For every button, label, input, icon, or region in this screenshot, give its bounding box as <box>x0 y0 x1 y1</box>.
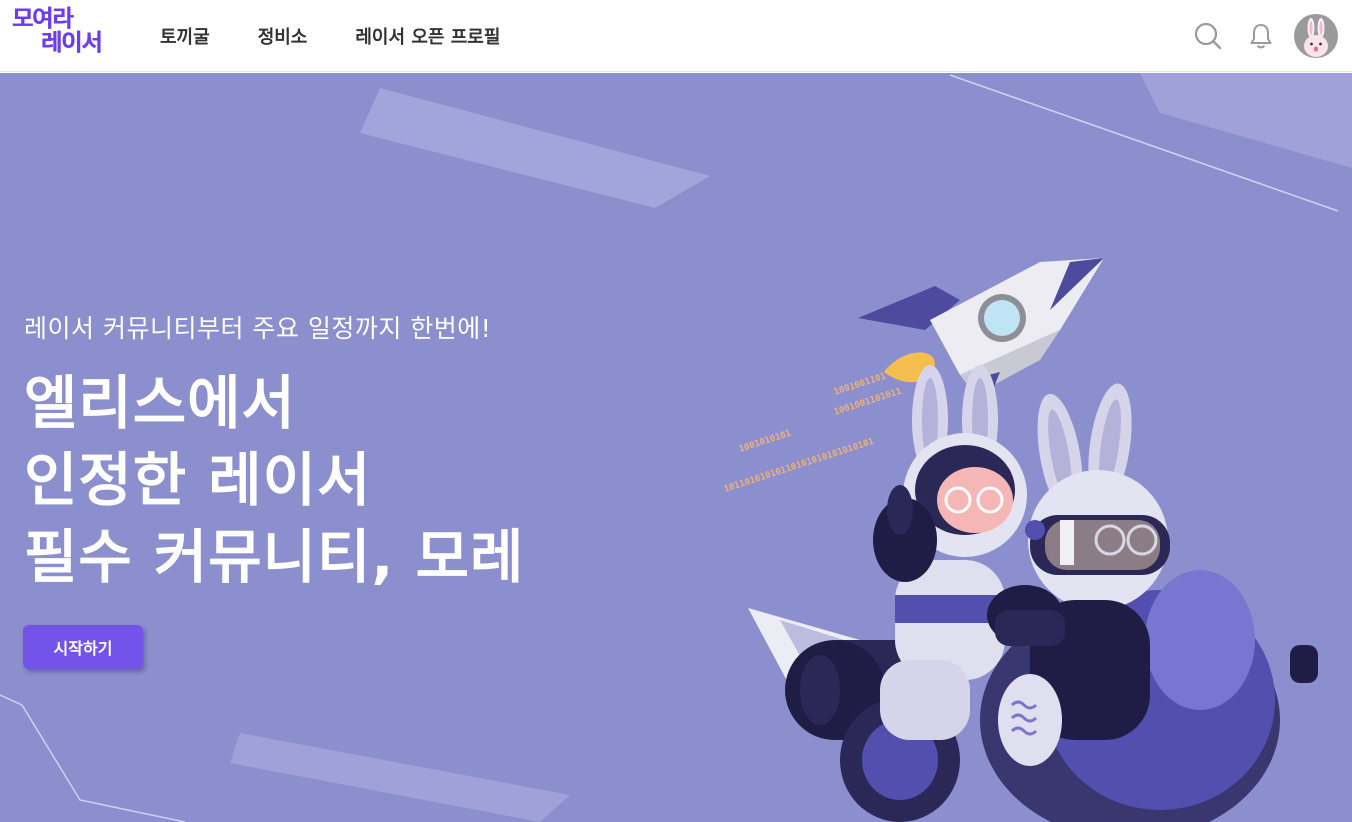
search-button[interactable] <box>1188 16 1228 56</box>
hero-title-line-1: 엘리스에서 <box>24 369 296 437</box>
logo-line-2: 레이서 <box>41 30 102 56</box>
nav-item-open-profile[interactable]: 레이서 오픈 프로필 <box>355 23 500 49</box>
logo-line-1: 모여라 <box>12 6 73 32</box>
nav-item-rabbit-hole[interactable]: 토끼굴 <box>160 23 210 49</box>
search-icon <box>1194 22 1222 50</box>
nav-item-garage[interactable]: 정비소 <box>258 23 308 49</box>
main-nav: 토끼굴 정비소 레이서 오픈 프로필 <box>160 0 548 72</box>
hero-title: 엘리스에서 인정한 레이서 필수 커뮤니티, 모레 <box>24 365 524 596</box>
rabbit-rider-illustration: 1001001101 1001001101011 1001010101 1011… <box>723 258 1318 822</box>
binary-text-3: 1001010101 <box>738 429 793 455</box>
hero-subtitle: 레이서 커뮤니티부터 주요 일정까지 한번에! <box>24 314 492 343</box>
nav-actions <box>1188 12 1338 60</box>
start-button[interactable]: 시작하기 <box>23 625 143 669</box>
hero-title-line-2: 인정한 레이서 <box>24 446 372 514</box>
rabbit-avatar-icon <box>1304 18 1328 57</box>
hero-text-block: 레이서 커뮤니티부터 주요 일정까지 한번에! 엘리스에서 인정한 레이서 필수… <box>24 309 524 596</box>
top-navbar: 모여라 레이서 토끼굴 정비소 레이서 오픈 프로필 <box>0 0 1352 72</box>
hero-title-line-3: 필수 커뮤니티, 모레 <box>24 523 525 591</box>
hero-banner: 레이서 커뮤니티부터 주요 일정까지 한번에! 엘리스에서 인정한 레이서 필수… <box>0 73 1352 822</box>
bell-icon <box>1250 24 1272 49</box>
notification-button[interactable] <box>1241 16 1281 56</box>
brand-logo[interactable]: 모여라 레이서 <box>12 7 112 61</box>
user-avatar[interactable] <box>1294 14 1338 58</box>
